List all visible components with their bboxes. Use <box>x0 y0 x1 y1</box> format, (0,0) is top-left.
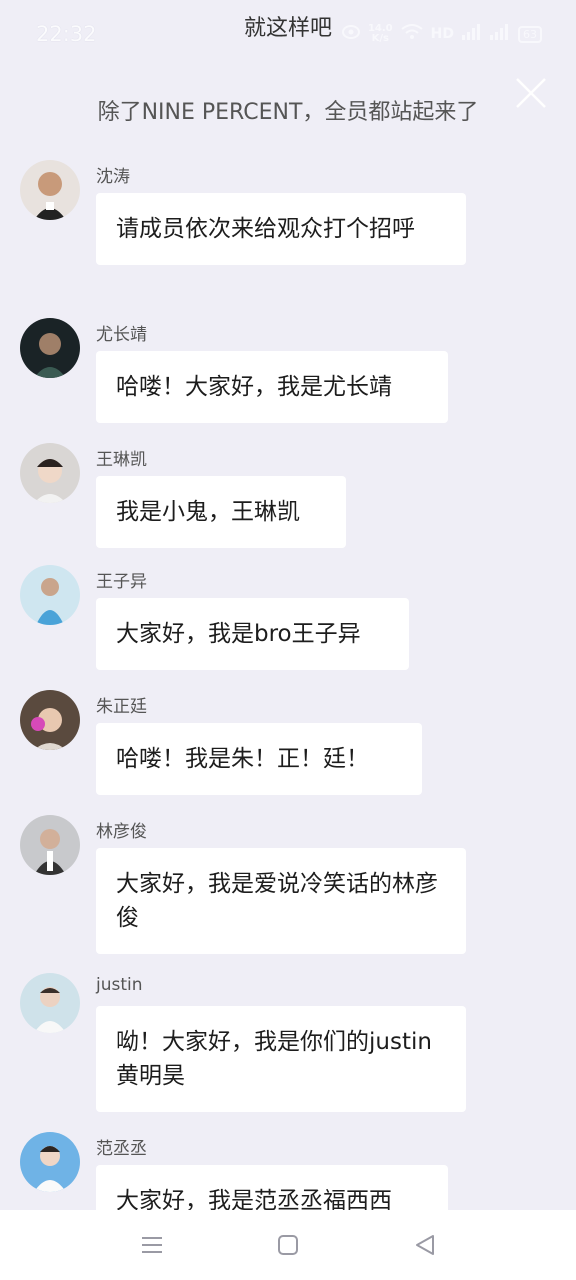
sender-name: 王子异 <box>96 572 147 592</box>
page-subtitle: 除了NINE PERCENT，全员都站起来了 <box>97 100 479 125</box>
chat-message: justin 呦！大家好，我是你们的justin黄明昊 <box>0 963 576 1123</box>
message-bubble[interactable]: 哈喽！大家好，我是尤长靖 <box>96 351 448 423</box>
message-bubble[interactable]: 请成员依次来给观众打个招呼 <box>96 193 466 265</box>
sender-name: 王琳凯 <box>96 450 147 470</box>
network-speed: 14.0 K/s <box>368 24 393 44</box>
navigation-bar <box>0 1210 576 1280</box>
chat-message: 尤长靖 哈喽！大家好，我是尤长靖 <box>0 308 576 433</box>
avatar[interactable] <box>20 973 80 1033</box>
avatar[interactable] <box>20 160 80 220</box>
home-button[interactable] <box>275 1232 301 1258</box>
sender-name: 林彦俊 <box>96 822 147 842</box>
hd-label: HD <box>430 26 454 42</box>
back-button[interactable] <box>412 1232 438 1258</box>
chat-message: 沈涛 请成员依次来给观众打个招呼 <box>0 150 576 310</box>
signal-icon-2 <box>490 24 510 44</box>
sender-name: 尤长靖 <box>96 325 147 345</box>
sender-name: 范丞丞 <box>96 1139 147 1159</box>
wifi-icon <box>401 24 423 44</box>
status-bar: 22:32 就这样吧 14.0 K/s HD 63 <box>0 0 576 70</box>
chat-message: 范丞丞 大家好，我是范丞丞福西西 <box>0 1122 576 1210</box>
sender-name: justin <box>96 975 143 995</box>
avatar[interactable] <box>20 565 80 625</box>
avatar[interactable] <box>20 690 80 750</box>
avatar[interactable] <box>20 1132 80 1192</box>
home-icon <box>278 1235 298 1255</box>
message-bubble[interactable]: 大家好，我是范丞丞福西西 <box>96 1165 448 1210</box>
sender-name: 朱正廷 <box>96 697 147 717</box>
battery-icon: 63 <box>518 25 542 43</box>
chat-message: 王子异 大家好，我是bro王子异 <box>0 555 576 680</box>
avatar[interactable] <box>20 815 80 875</box>
message-bubble[interactable]: 哈喽！我是朱！正！廷！ <box>96 723 422 795</box>
menu-icon <box>142 1237 162 1253</box>
battery-level: 63 <box>523 27 537 41</box>
message-bubble[interactable]: 大家好，我是bro王子异 <box>96 598 409 670</box>
chat-list[interactable]: 沈涛 请成员依次来给观众打个招呼 尤长靖 哈喽！大家好，我是尤长靖 王琳凯 我是… <box>0 150 576 1210</box>
eye-icon <box>341 25 360 43</box>
status-icons: 14.0 K/s HD 63 <box>341 24 542 44</box>
speed-unit: K/s <box>371 33 389 44</box>
avatar[interactable] <box>20 318 80 378</box>
avatar[interactable] <box>20 443 80 503</box>
sender-name: 沈涛 <box>96 167 130 187</box>
signal-icon <box>462 24 482 44</box>
back-icon <box>416 1235 434 1255</box>
message-bubble[interactable]: 呦！大家好，我是你们的justin黄明昊 <box>96 1006 466 1112</box>
message-bubble[interactable]: 大家好，我是爱说冷笑话的林彦俊 <box>96 848 466 954</box>
message-bubble[interactable]: 我是小鬼，王琳凯 <box>96 476 346 548</box>
chat-message: 王琳凯 我是小鬼，王琳凯 <box>0 433 576 558</box>
chat-message: 朱正廷 哈喽！我是朱！正！廷！ <box>0 680 576 805</box>
chat-message: 林彦俊 大家好，我是爱说冷笑话的林彦俊 <box>0 805 576 965</box>
menu-button[interactable] <box>139 1232 165 1258</box>
